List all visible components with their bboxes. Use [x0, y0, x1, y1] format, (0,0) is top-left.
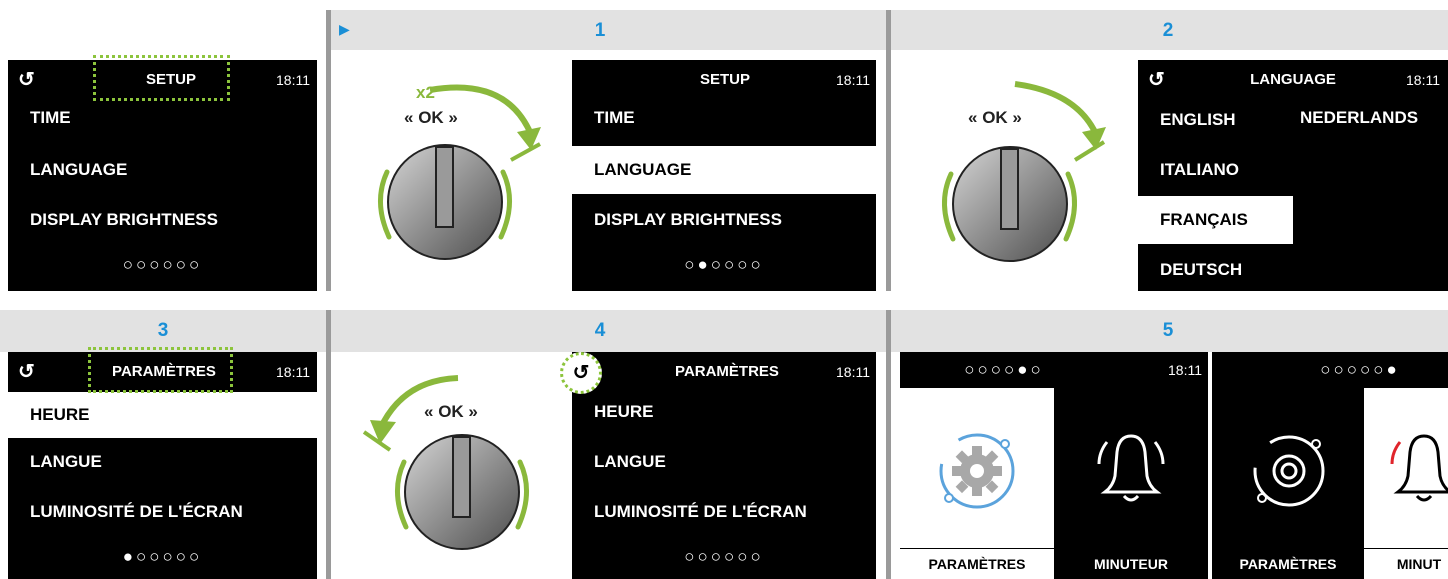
back-icon: ↺ [572, 362, 590, 384]
clock: 18:11 [836, 364, 870, 380]
parametres-screen: PARAMÈTRES 18:11 HEURE LANGUE LUMINOSITÉ… [572, 352, 876, 579]
knob-arc-left [941, 171, 956, 242]
step-number: 3 [157, 320, 169, 341]
separator [886, 310, 891, 579]
ok-label: « OK » [424, 402, 478, 421]
step-number: 5 [1162, 320, 1174, 341]
menu-item-luminosite[interactable]: LUMINOSITÉ DE L'ÉCRAN [8, 488, 317, 536]
bell-icon [1390, 434, 1448, 502]
back-icon[interactable]: ↺ [1148, 60, 1165, 100]
settings-gear-icon [939, 433, 1015, 509]
back-icon-highlight[interactable]: ↺ [560, 352, 602, 394]
rotary-knob-illustration [941, 81, 1106, 262]
settings-gear-icon [1253, 435, 1325, 507]
step-number: 1 [594, 20, 606, 41]
knob-handle [1000, 148, 1019, 230]
menu-item-heure[interactable]: HEURE [572, 388, 876, 436]
ok-text: OK [418, 108, 444, 127]
tile-minuteur[interactable]: MINUT [1364, 388, 1448, 579]
ok-text: OK [438, 402, 464, 421]
menu-item-luminosite[interactable]: LUMINOSITÉ DE L'ÉCRAN [572, 488, 876, 536]
menu-item-heure[interactable]: HEURE [8, 392, 317, 438]
screen-title: PARAMÈTRES [675, 363, 779, 380]
menu-item-language[interactable]: LANGUAGE [572, 146, 876, 194]
clock: 18:11 [1168, 362, 1202, 378]
language-francais[interactable]: FRANÇAIS [1138, 196, 1293, 244]
language-italiano[interactable]: ITALIANO [1138, 146, 1293, 194]
home-screen-a: ○○○○●○ 18:11 PARAMÈTRES MINUTEUR [900, 352, 1208, 579]
menu-item-display-brightness[interactable]: DISPLAY BRIGHTNESS [572, 196, 876, 244]
bell-icon [1097, 434, 1165, 502]
page-indicator: ○○○○○● [1320, 360, 1400, 379]
menu-item-language[interactable]: LANGUAGE [8, 146, 317, 194]
step-number: 2 [1162, 20, 1174, 41]
tile-label: PARAMÈTRES [1239, 556, 1337, 572]
tile-minuteur[interactable]: MINUTEUR [1054, 388, 1208, 579]
title-highlight [93, 55, 230, 101]
page-indicator: ○○○○○○ [122, 255, 203, 274]
page-indicator: ●○○○○○ [122, 547, 203, 566]
language-screen: ↺ LANGUAGE 18:11 ENGLISH NEDERLANDS ITAL… [1138, 60, 1448, 291]
tile-label: MINUT [1364, 548, 1448, 579]
language-nederlands[interactable]: NEDERLANDS [1278, 94, 1448, 142]
menu-item-langue[interactable]: LANGUE [8, 438, 317, 486]
tile-label: PARAMÈTRES [900, 548, 1054, 579]
ok-text: OK [982, 108, 1008, 127]
press-count: x2 [416, 83, 435, 102]
knob-handle [435, 146, 454, 228]
ok-label: « OK » [968, 108, 1022, 127]
menu-item-time[interactable]: TIME [8, 94, 317, 142]
home-screen-b: ○○○○○● PARAMÈTRES MINUT [1212, 352, 1448, 579]
tile-label: MINUTEUR [1094, 556, 1168, 572]
menu-item-display-brightness[interactable]: DISPLAY BRIGHTNESS [8, 196, 317, 244]
menu-item-langue[interactable]: LANGUE [572, 438, 876, 486]
separator [886, 10, 891, 291]
rotary-knob-illustration [362, 375, 530, 550]
menu-item-time[interactable]: TIME [572, 94, 876, 142]
tile-parametres[interactable]: PARAMÈTRES [1212, 388, 1364, 579]
play-icon: ▶ [339, 21, 350, 37]
knob-handle [452, 436, 471, 518]
back-icon[interactable]: ↺ [18, 352, 35, 392]
rotary-knob-illustration [377, 84, 541, 260]
separator [326, 10, 331, 291]
tile-parametres[interactable]: PARAMÈTRES [900, 388, 1054, 579]
bottom-step-bar [0, 310, 1448, 352]
language-english[interactable]: ENGLISH [1138, 96, 1293, 144]
separator [326, 310, 331, 579]
setup-screen: SETUP 18:11 TIME LANGUAGE DISPLAY BRIGHT… [572, 60, 876, 291]
page-indicator: ○●○○○○ [684, 255, 764, 274]
step-number: 4 [594, 320, 606, 341]
clock: 18:11 [276, 364, 310, 380]
title-highlight [88, 347, 233, 393]
page-indicator: ○○○○○○ [684, 547, 764, 566]
page-indicator: ○○○○●○ [964, 360, 1044, 379]
rotate-arrow [1014, 81, 1098, 134]
ok-label: « OK » [404, 108, 458, 127]
language-deutsch[interactable]: DEUTSCH [1138, 246, 1293, 291]
